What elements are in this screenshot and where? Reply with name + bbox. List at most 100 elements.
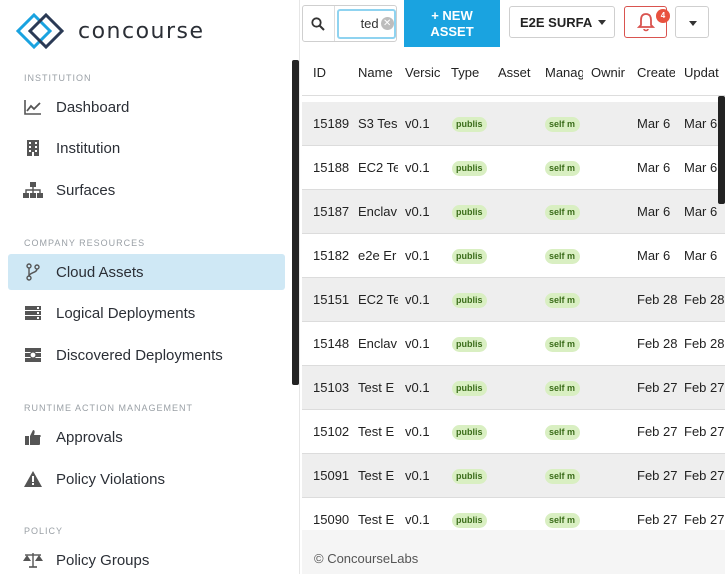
column-header-id[interactable]: ID	[313, 65, 353, 80]
search-server-icon	[23, 345, 43, 365]
cell-name: Enclav	[358, 336, 398, 351]
cell-name: EC2 Te	[358, 292, 398, 307]
column-header-type[interactable]: Type	[451, 65, 491, 80]
git-branch-icon	[23, 262, 43, 282]
table-row[interactable]: 15148 Enclav v0.1 Feb 28 Feb 28 publis self m	[302, 322, 725, 366]
sidebar-item-label: Logical Deployments	[56, 304, 196, 322]
cell-created: Mar 6	[637, 248, 671, 263]
sidebar-item-label: Surfaces	[56, 181, 116, 199]
type-badge: publis	[452, 205, 487, 220]
chart-line-icon	[23, 97, 43, 117]
cell-name: Enclav	[358, 204, 398, 219]
cell-name: Test E	[358, 380, 395, 395]
user-menu-button[interactable]	[675, 6, 709, 38]
management-badge: self m	[545, 425, 580, 440]
table-row[interactable]: 15102 Test E v0.1 Feb 27 Feb 27 publis self m	[302, 410, 725, 454]
clear-search-icon[interactable]: ✕	[380, 17, 394, 30]
cell-created: Mar 6	[637, 204, 671, 219]
cell-version: v0.1	[405, 204, 430, 219]
warning-icon	[23, 469, 43, 489]
logo[interactable]: concourse	[16, 12, 205, 50]
column-header-updated[interactable]: Updat	[684, 65, 724, 80]
sidebar-item-label: Institution	[56, 139, 121, 157]
column-header-asset[interactable]: Asset	[498, 65, 538, 80]
table-row[interactable]: 15187 Enclav v0.1 Mar 6 Mar 6 publis self m	[302, 190, 725, 234]
sidebar-item-institution[interactable]: Institution	[8, 130, 285, 166]
cell-id: 15103	[313, 380, 350, 395]
sidebar-item-dashboard[interactable]: Dashboard	[8, 89, 285, 125]
cell-created: Feb 28	[637, 292, 677, 307]
sidebar-item-cloud-assets[interactable]: Cloud Assets	[8, 254, 285, 290]
search-button[interactable]	[303, 6, 335, 41]
sidebar-item-label: Policy Violations	[56, 470, 165, 488]
new-asset-button[interactable]: + NEW ASSET	[404, 0, 500, 47]
table-header: ID Name Versic Type Asset Manag Ownir Cr…	[302, 50, 725, 96]
management-badge: self m	[545, 205, 580, 220]
cell-id: 15187	[313, 204, 350, 219]
table-scrollbar[interactable]	[718, 96, 725, 204]
table-row[interactable]: 15182 e2e Er v0.1 Mar 6 Mar 6 publis self m	[302, 234, 725, 278]
cell-created: Feb 27	[637, 468, 677, 483]
new-asset-label-line1: + NEW	[431, 7, 473, 23]
type-badge: publis	[452, 161, 487, 176]
surface-selector-label: E2E SURFA	[520, 14, 593, 30]
app-window: concourse INSTITUTION Dashboard Institut…	[0, 0, 725, 574]
sidebar-item-surfaces[interactable]: Surfaces	[8, 172, 285, 208]
chevron-down-icon	[689, 21, 697, 26]
cell-name: e2e Er	[358, 248, 397, 263]
cell-updated: Feb 28	[684, 336, 724, 351]
table-row[interactable]: 15151 EC2 Te v0.1 Feb 28 Feb 28 publis self m	[302, 278, 725, 322]
sidebar-item-label: Policy Groups	[56, 551, 150, 569]
sidebar-item-label: Cloud Assets	[56, 263, 144, 281]
cell-version: v0.1	[405, 292, 430, 307]
scales-icon	[23, 550, 43, 570]
sidebar-item-label: Approvals	[56, 428, 123, 446]
management-badge: self m	[545, 337, 580, 352]
search-input[interactable]	[338, 16, 379, 31]
cell-id: 15151	[313, 292, 350, 307]
type-badge: publis	[452, 249, 487, 264]
sidebar-item-policy-violations[interactable]: Policy Violations	[8, 461, 285, 497]
cell-name: Test E	[358, 468, 395, 483]
table-row[interactable]: 15090 Test E v0.1 Feb 27 Feb 27 publis self m	[302, 498, 725, 530]
cell-id: 15182	[313, 248, 350, 263]
building-icon	[23, 138, 43, 158]
management-badge: self m	[545, 161, 580, 176]
cell-updated: Feb 28	[684, 292, 724, 307]
management-badge: self m	[545, 469, 580, 484]
table-row[interactable]: 15188 EC2 Te v0.1 Mar 6 Mar 6 publis self m	[302, 146, 725, 190]
management-badge: self m	[545, 293, 580, 308]
sidebar-item-approvals[interactable]: Approvals	[8, 419, 285, 455]
section-label-institution: INSTITUTION	[24, 73, 92, 83]
cell-updated: Feb 27	[684, 424, 724, 439]
cell-name: Test E	[358, 424, 395, 439]
hierarchy-icon	[23, 180, 43, 200]
type-badge: publis	[452, 337, 487, 352]
column-header-manage[interactable]: Manag	[545, 65, 583, 80]
new-asset-label-line2: ASSET	[430, 23, 474, 39]
surface-selector[interactable]: E2E SURFA	[509, 6, 615, 38]
column-header-owning[interactable]: Ownir	[591, 65, 627, 80]
column-header-created[interactable]: Create	[637, 65, 675, 80]
table-row[interactable]: 15103 Test E v0.1 Feb 27 Feb 27 publis self m	[302, 366, 725, 410]
cell-version: v0.1	[405, 160, 430, 175]
cell-version: v0.1	[405, 424, 430, 439]
table-row[interactable]: 15189 S3 Tes v0.1 Mar 6 Mar 6 publis self m	[302, 102, 725, 146]
cell-created: Feb 27	[637, 380, 677, 395]
chevron-down-icon	[598, 20, 606, 25]
type-badge: publis	[452, 381, 487, 396]
sidebar-item-policy-groups[interactable]: Policy Groups	[8, 542, 285, 574]
concourse-logo-icon	[16, 13, 65, 49]
search-icon	[311, 16, 326, 31]
sidebar-item-logical-deployments[interactable]: Logical Deployments	[8, 295, 285, 331]
sidebar-item-discovered-deployments[interactable]: Discovered Deployments	[8, 337, 285, 373]
sidebar-scrollbar[interactable]	[292, 60, 299, 385]
column-header-name[interactable]: Name	[358, 65, 398, 80]
sidebar-item-label: Discovered Deployments	[56, 346, 223, 364]
type-badge: publis	[452, 293, 487, 308]
table-row[interactable]: 15091 Test E v0.1 Feb 27 Feb 27 publis self m	[302, 454, 725, 498]
cell-id: 15148	[313, 336, 350, 351]
assets-table: ID Name Versic Type Asset Manag Ownir Cr…	[302, 50, 725, 530]
column-header-version[interactable]: Versic	[405, 65, 441, 80]
cell-name: EC2 Te	[358, 160, 398, 175]
